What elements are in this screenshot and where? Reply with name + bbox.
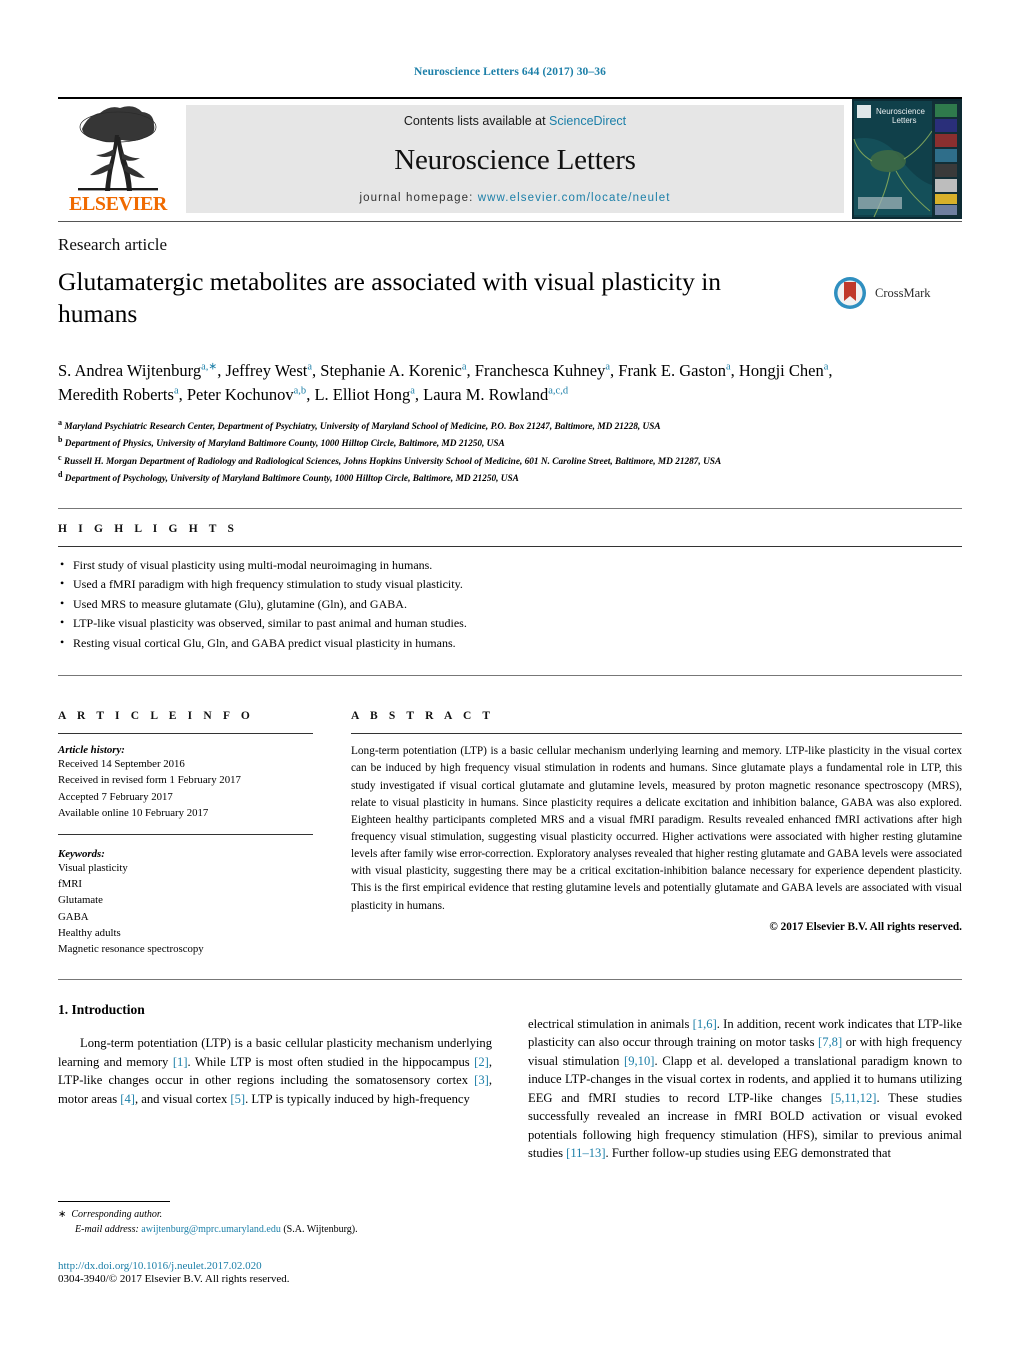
list-item: LTP-like visual plasticity was observed,… [58,613,962,633]
author-list: S. Andrea Wijtenburga,∗, Jeffrey Westa, … [58,361,833,404]
keyword-item: Glutamate [58,894,103,907]
asterisk-icon: ∗ [58,1209,67,1220]
sciencedirect-link[interactable]: ScienceDirect [549,114,626,128]
journal-masthead: ELSEVIER Contents lists available at Sci… [58,97,962,219]
abstract-heading: A B S T R A C T [351,710,495,723]
contents-available-line: Contents lists available at ScienceDirec… [404,114,626,128]
keyword-item: Healthy adults [58,926,121,939]
keyword-item: fMRI [58,878,82,891]
crossmark-label: CrossMark [875,285,931,300]
footnote-rule [58,1201,170,1202]
contents-prefix: Contents lists available at [403,114,550,128]
elsevier-logo: ELSEVIER [58,99,178,219]
keywords-rule [58,833,313,835]
list-item: Resting visual cortical Glu, Gln, and GA… [58,633,962,653]
elsevier-wordmark: ELSEVIER [69,193,167,215]
running-head: Neuroscience Letters 644 (2017) 30–36 [414,66,606,78]
list-item: Used MRS to measure glutamate (Glu), glu… [58,594,962,614]
elsevier-tree-icon [78,106,158,191]
issn-copyright-line: 0304-3940/© 2017 Elsevier B.V. All right… [58,1273,290,1285]
svg-text:Neuroscience: Neuroscience [876,107,925,116]
highlights-heading: H I G H L I G H T S [58,523,239,536]
corresponding-author-note: ∗ Corresponding author. [58,1207,488,1222]
highlights-list: First study of visual plasticity using m… [58,555,962,653]
keywords-block: Keywords: Visual plasticity fMRI Glutama… [58,848,313,957]
body-columns: 1. Introduction Long-term potentiation (… [58,1002,962,1175]
doi-block: http://dx.doi.org/10.1016/j.neulet.2017.… [58,1260,488,1285]
keyword-item: Magnetic resonance spectroscopy [58,942,204,955]
article-type-label: Research article [58,235,168,254]
affiliation-item: b Department of Physics, University of M… [58,435,505,450]
abstract-copyright: © 2017 Elsevier B.V. All rights reserved… [769,920,962,933]
masthead-bottom-rule [58,221,962,222]
journal-title: Neuroscience Letters [394,143,636,176]
journal-homepage-link[interactable]: www.elsevier.com/locate/neulet [478,192,671,204]
cover-image: Neuroscience Letters [852,99,962,219]
journal-cover-thumbnail: Neuroscience Letters [852,99,962,219]
highlights-top-rule [58,508,962,510]
body-column-left: 1. Introduction Long-term potentiation (… [58,1002,492,1175]
crossmark-icon [834,277,866,309]
crossmark-badge[interactable]: CrossMark [832,275,962,311]
body-top-rule [58,979,962,981]
masthead-center-panel: Contents lists available at ScienceDirec… [186,105,844,213]
history-item: Available online 10 February 2017 [58,806,209,819]
affiliation-item: a Maryland Psychiatric Research Center, … [58,418,661,433]
footnote-area: ∗ Corresponding author. E-mail address: a… [58,1201,488,1285]
affiliation-list: a Maryland Psychiatric Research Center, … [58,417,938,486]
intro-paragraph-right: electrical stimulation in animals [1,6].… [528,1016,962,1161]
intro-paragraph-left: Long-term potentiation (LTP) is a basic … [58,1036,492,1106]
list-item: Used a fMRI paradigm with high frequency… [58,574,962,594]
doi-link[interactable]: http://dx.doi.org/10.1016/j.neulet.2017.… [58,1260,488,1272]
article-info-column: A R T I C L E I N F O Article history: R… [58,696,313,957]
journal-homepage-line: journal homepage: www.elsevier.com/locat… [359,192,670,204]
paper-page: Neuroscience Letters 644 (2017) 30–36 EL… [0,0,1020,1351]
email-note: E-mail address: awijtenburg@mprc.umaryla… [58,1222,488,1237]
homepage-prefix: journal homepage: [359,192,478,204]
email-label: E-mail address: [75,1224,139,1235]
history-item: Received 14 September 2016 [58,758,185,771]
corresponding-author-label: Corresponding author. [71,1209,163,1220]
article-history-list: Received 14 September 2016 Received in r… [58,756,313,821]
abstract-underline [351,733,962,735]
email-link[interactable]: awijtenburg@mprc.umaryland.edu [141,1224,281,1235]
abstract-column: A B S T R A C T Long-term potentiation (… [351,696,962,957]
affiliation-item: d Department of Psychology, University o… [58,469,519,484]
history-item: Received in revised form 1 February 2017 [58,774,241,787]
info-abstract-top-rule [58,675,962,677]
page-title: Glutamatergic metabolites are associated… [58,267,722,328]
list-item: First study of visual plasticity using m… [58,555,962,575]
keyword-item: GABA [58,910,89,923]
article-info-underline [58,733,313,735]
svg-text:Letters: Letters [892,116,916,125]
history-item: Accepted 7 February 2017 [58,790,173,803]
keywords-label: Keywords: [58,847,105,860]
info-abstract-row: A R T I C L E I N F O Article history: R… [58,696,962,957]
title-block: Glutamatergic metabolites are associated… [58,255,832,346]
affiliation-item: c Russell H. Morgan Department of Radiol… [58,452,722,467]
highlights-underline [58,546,962,548]
article-history-label: Article history: [58,744,125,757]
article-info-heading: A R T I C L E I N F O [58,710,254,723]
keyword-item: Visual plasticity [58,861,128,874]
title-row: Glutamatergic metabolites are associated… [58,255,962,346]
email-owner: (S.A. Wijtenburg). [283,1224,358,1235]
abstract-text: Long-term potentiation (LTP) is a basic … [351,745,962,912]
section-heading-introduction: 1. Introduction [58,1002,145,1018]
body-column-right: electrical stimulation in animals [1,6].… [528,1002,962,1175]
